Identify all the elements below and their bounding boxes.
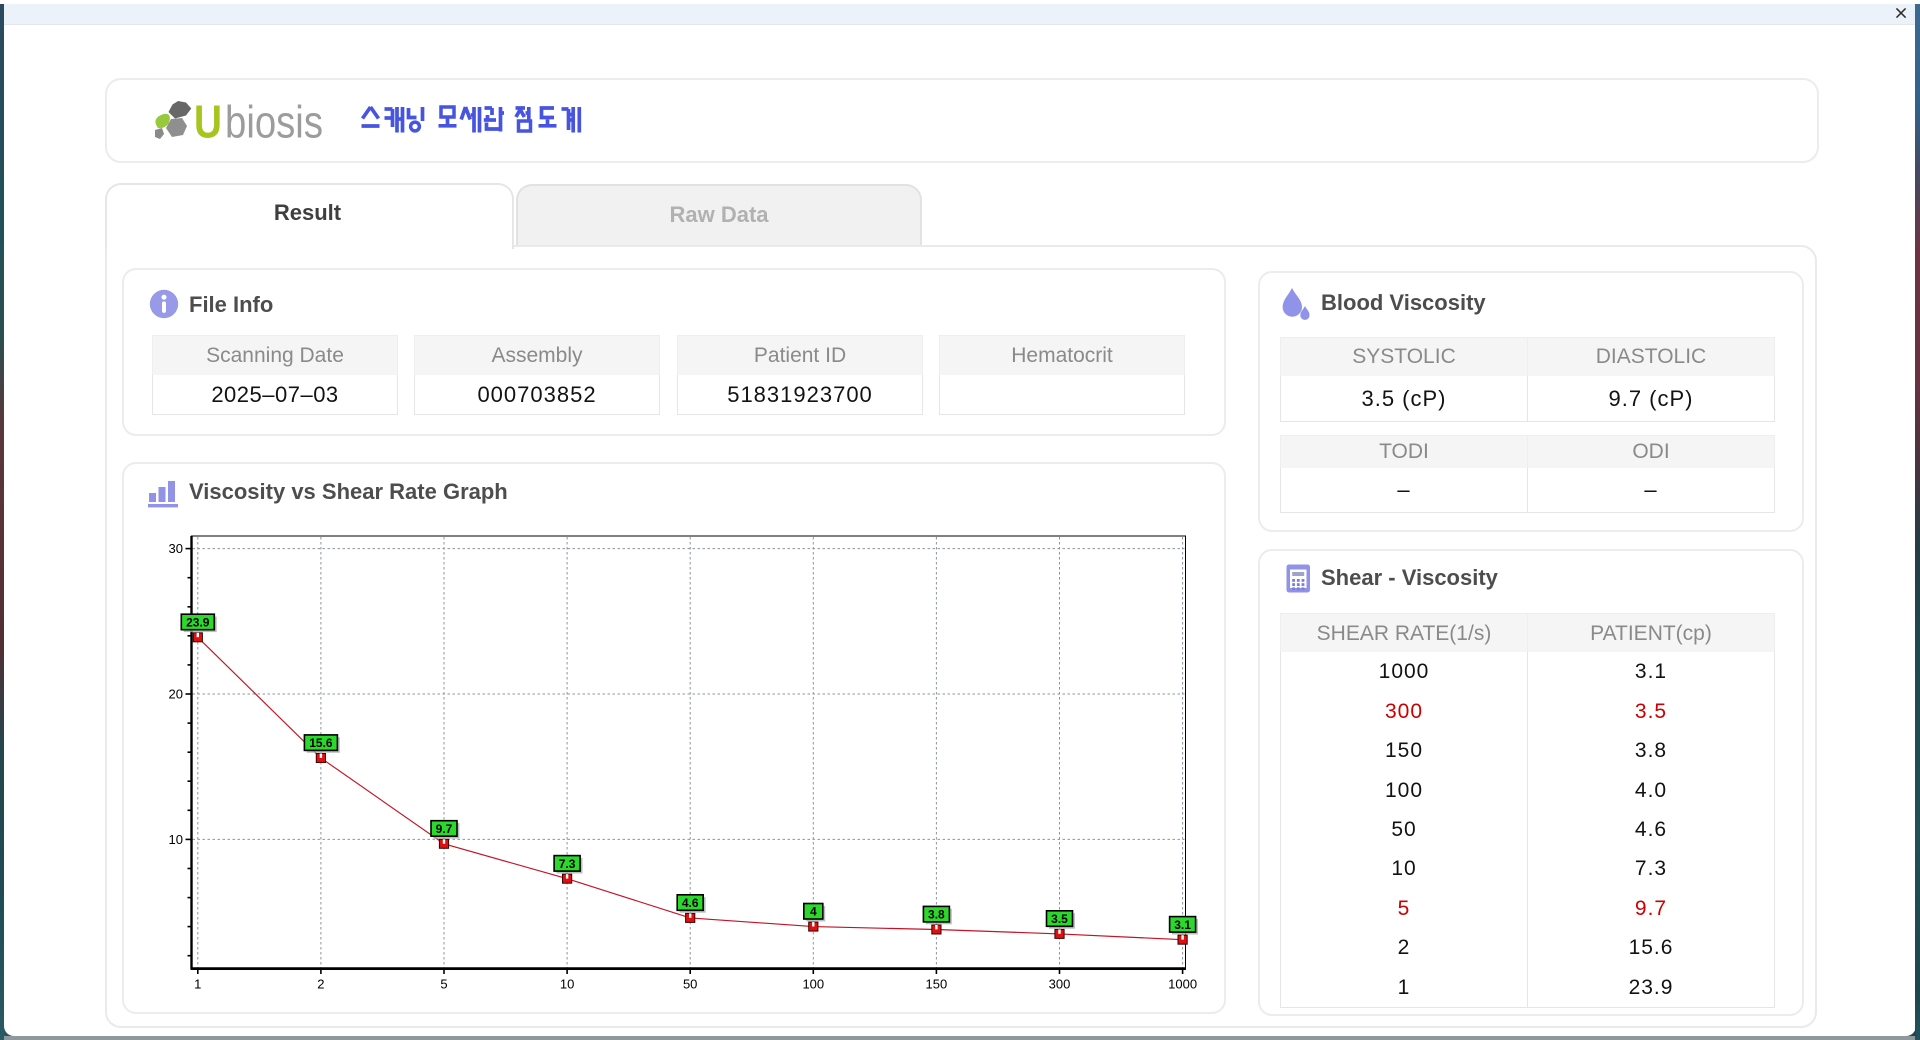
- svg-text:2: 2: [317, 977, 324, 992]
- svg-text:U: U: [194, 95, 222, 145]
- svg-text:3.1: 3.1: [1174, 918, 1191, 932]
- svg-text:1000: 1000: [1168, 977, 1197, 992]
- svg-text:1: 1: [194, 977, 201, 992]
- svg-text:4: 4: [810, 905, 817, 919]
- svg-text:30: 30: [169, 541, 183, 556]
- svg-text:4.6: 4.6: [682, 896, 699, 910]
- svg-text:10: 10: [169, 832, 183, 847]
- svg-text:300: 300: [1049, 977, 1071, 992]
- svg-text:50: 50: [683, 977, 697, 992]
- svg-text:20: 20: [169, 687, 183, 702]
- svg-text:10: 10: [560, 977, 574, 992]
- svg-text:3.5: 3.5: [1051, 912, 1068, 926]
- svg-text:23.9: 23.9: [186, 615, 210, 629]
- svg-text:15.6: 15.6: [309, 736, 333, 750]
- svg-text:150: 150: [926, 977, 948, 992]
- svg-text:5: 5: [440, 977, 447, 992]
- svg-text:biosis: biosis: [225, 96, 323, 145]
- svg-text:9.7: 9.7: [436, 822, 453, 836]
- svg-text:100: 100: [802, 977, 824, 992]
- svg-text:3.8: 3.8: [928, 908, 945, 922]
- svg-text:7.3: 7.3: [559, 857, 576, 871]
